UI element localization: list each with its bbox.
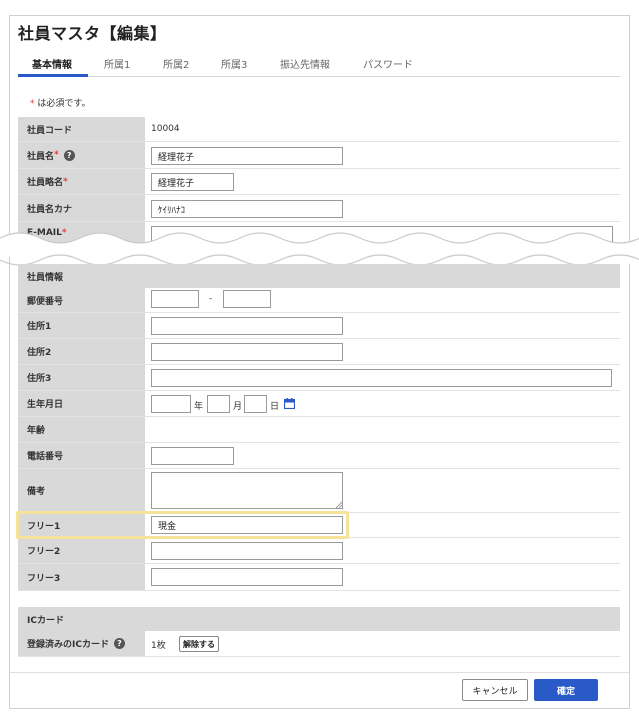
notes-textarea[interactable] <box>151 472 343 509</box>
postal-code-input-1[interactable] <box>151 290 199 308</box>
postal-code-input-2[interactable] <box>223 290 271 308</box>
release-ic-card-button[interactable]: 解除する <box>179 636 219 652</box>
label-free-1: フリー1 <box>18 513 145 537</box>
tab-password[interactable]: パスワード <box>363 56 413 71</box>
row-free-3: フリー3 <box>18 564 620 591</box>
row-address-3: 住所3 <box>18 365 620 391</box>
employee-short-name-input[interactable]: 経理花子 <box>151 173 234 191</box>
resize-handle-icon[interactable] <box>336 502 342 508</box>
question-circle-icon[interactable]: ? <box>63 149 75 161</box>
address-3-input[interactable] <box>151 369 612 387</box>
employee-code-value: 10004 <box>151 124 180 134</box>
label-phone: 電話番号 <box>18 443 145 468</box>
question-circle-icon[interactable]: ? <box>113 638 125 649</box>
address-2-input[interactable] <box>151 343 343 361</box>
row-registered-ic-card: 登録済みのICカード? 1枚 解除する <box>18 631 620 657</box>
tab-affiliation-1[interactable]: 所属1 <box>104 56 130 71</box>
row-age: 年齢 <box>18 417 620 443</box>
address-1-input[interactable] <box>151 317 343 335</box>
cancel-button[interactable]: キャンセル <box>462 679 528 701</box>
birth-day-input[interactable] <box>244 395 267 413</box>
row-free-1: フリー1 現金 <box>18 513 620 538</box>
tab-bar: 基本情報 所属1 所属2 所属3 振込先情報 パスワード <box>18 50 620 77</box>
tab-transfer-info[interactable]: 振込先情報 <box>280 56 330 71</box>
row-birthday: 生年月日 年 月 日 <box>18 391 620 417</box>
row-free-2: フリー2 <box>18 538 620 564</box>
label-birthday: 生年月日 <box>18 391 145 416</box>
section-employee-info: 社員情報 <box>18 264 620 288</box>
row-employee-code: 社員コード 10004 <box>18 117 620 142</box>
month-unit: 月 <box>233 402 243 412</box>
employee-name-input[interactable]: 経理花子 <box>151 147 343 165</box>
row-address-1: 住所1 <box>18 313 620 339</box>
row-address-2: 住所2 <box>18 339 620 365</box>
tab-affiliation-2[interactable]: 所属2 <box>163 56 189 71</box>
year-unit: 年 <box>194 402 204 412</box>
employee-kana-input[interactable]: ｹｲﾘﾊﾅｺ <box>151 200 343 218</box>
row-employee-name: 社員名 *? 経理花子 <box>18 142 620 169</box>
label-employee-code: 社員コード <box>18 117 145 141</box>
label-notes: 備考 <box>18 469 145 512</box>
label-address-3: 住所3 <box>18 365 145 390</box>
label-address-2: 住所2 <box>18 339 145 364</box>
row-postal-code: 郵便番号 - <box>18 288 620 313</box>
label-address-1: 住所1 <box>18 313 145 338</box>
postal-separator: - <box>209 294 213 304</box>
birth-year-input[interactable] <box>151 395 191 413</box>
confirm-button[interactable]: 確定 <box>534 679 598 701</box>
footer-divider <box>10 672 629 673</box>
page-title: 社員マスタ【編集】 <box>18 24 167 43</box>
tab-affiliation-3[interactable]: 所属3 <box>221 56 247 71</box>
ic-card-count: 1枚 <box>151 641 166 651</box>
label-free-2: フリー2 <box>18 538 145 563</box>
label-employee-kana: 社員名カナ <box>18 195 145 221</box>
free-2-input[interactable] <box>151 542 343 560</box>
row-notes: 備考 <box>18 469 620 513</box>
calendar-icon[interactable] <box>284 398 295 409</box>
label-employee-short-name: 社員略名 * <box>18 169 145 194</box>
label-age: 年齢 <box>18 417 145 442</box>
active-tab-indicator <box>18 74 88 77</box>
label-registered-ic-card: 登録済みのICカード? <box>18 631 145 656</box>
free-3-input[interactable] <box>151 568 343 586</box>
label-free-3: フリー3 <box>18 564 145 590</box>
tab-basic-info[interactable]: 基本情報 <box>32 56 72 71</box>
label-employee-name: 社員名 *? <box>18 142 145 168</box>
birth-month-input[interactable] <box>207 395 230 413</box>
phone-input[interactable] <box>151 447 234 465</box>
free-1-input[interactable]: 現金 <box>151 516 343 534</box>
label-postal-code: 郵便番号 <box>18 288 145 312</box>
row-phone: 電話番号 <box>18 443 620 469</box>
row-employee-kana: 社員名カナ ｹｲﾘﾊﾅｺ <box>18 195 620 222</box>
required-note: * は必須です。 <box>30 99 91 109</box>
section-ic-card: ICカード <box>18 607 620 631</box>
day-unit: 日 <box>270 402 280 412</box>
row-employee-short-name: 社員略名 * 経理花子 <box>18 169 620 195</box>
